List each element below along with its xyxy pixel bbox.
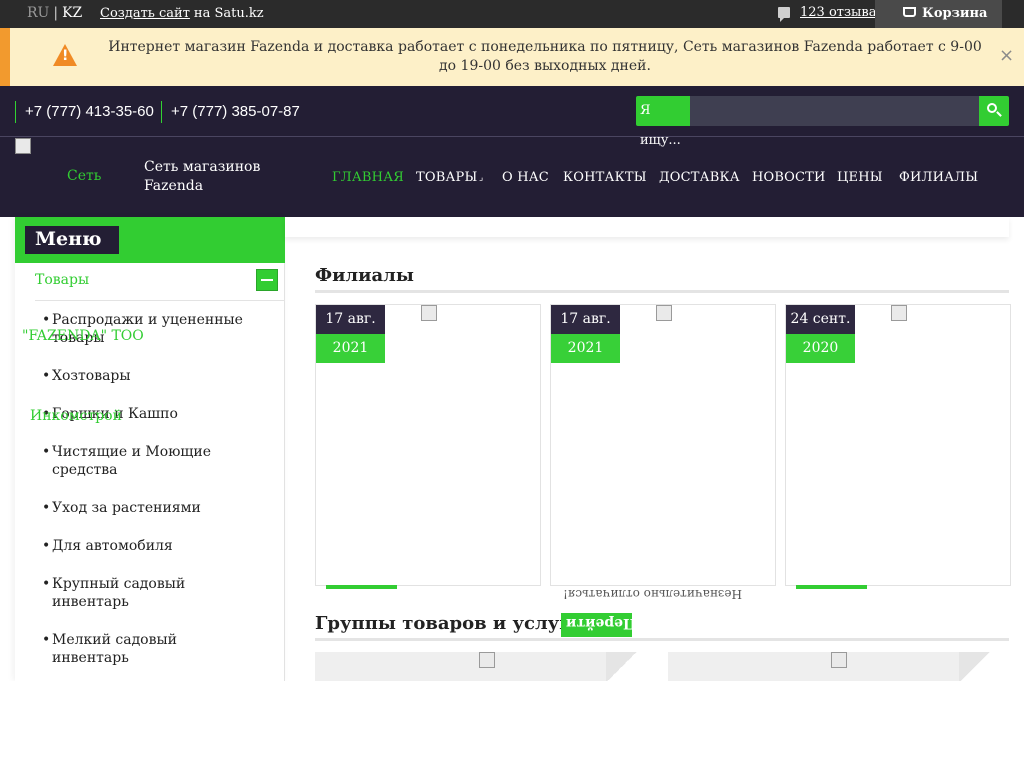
group-card[interactable] bbox=[668, 652, 991, 681]
bullet: • bbox=[42, 500, 51, 516]
sidebar-item-label: Чистящие и Моющие средства bbox=[52, 444, 212, 478]
top-bar: RU | KZ Создать сайт на Satu.kz 123 отзыва … bbox=[0, 0, 1024, 28]
content-top-shadow bbox=[285, 217, 1009, 237]
nav-home[interactable]: ГЛАВНАЯ bbox=[332, 170, 404, 185]
language-switcher: RU | KZ bbox=[27, 5, 82, 21]
notice-banner: ! Интернет магазин Fazenda и доставка ра… bbox=[0, 28, 1024, 86]
close-icon[interactable]: × bbox=[999, 45, 1014, 66]
logo-image[interactable] bbox=[15, 138, 31, 154]
page-bottom-blank bbox=[0, 681, 1024, 768]
nav-delivery[interactable]: ДОСТАВКА bbox=[659, 170, 740, 185]
branches-title-underline bbox=[315, 290, 1009, 293]
create-site: Создать сайт на Satu.kz bbox=[100, 6, 264, 21]
group-image[interactable] bbox=[479, 652, 495, 668]
lang-ru-link[interactable]: RU bbox=[27, 5, 49, 21]
date-year: 2020 bbox=[786, 334, 855, 363]
collapse-button[interactable] bbox=[256, 269, 278, 291]
search-icon-handle bbox=[996, 111, 1002, 117]
card-accent-bar bbox=[796, 585, 867, 589]
date-day: 24 сент. bbox=[786, 305, 855, 334]
site-header: +7 (777) 413-35-60 +7 (777) 385-07-87 Я … bbox=[0, 86, 1024, 217]
search-form: Я ищу... bbox=[636, 96, 1009, 148]
branch-image[interactable] bbox=[891, 305, 907, 321]
sidebar-menu: Меню Товары • Распродажи и уцененные това… bbox=[15, 217, 285, 681]
bullet: • bbox=[42, 632, 51, 648]
bullet: • bbox=[42, 312, 51, 328]
header-divider bbox=[0, 136, 1024, 137]
nav-branches[interactable]: ФИЛИАЛЫ bbox=[899, 170, 978, 185]
date-day: 17 авг. bbox=[551, 305, 620, 334]
bullet: • bbox=[42, 368, 51, 384]
branch-image[interactable] bbox=[656, 305, 672, 321]
sidebar-item-label: Крупный садовый инвентарь bbox=[52, 576, 186, 610]
card-fold bbox=[606, 652, 638, 681]
overlap-company-link[interactable]: Инкомстрой bbox=[30, 408, 122, 424]
menu-title: Меню bbox=[35, 228, 102, 250]
notice-text: Интернет магазин Fazenda и доставка рабо… bbox=[108, 39, 982, 74]
lang-separator: | bbox=[53, 5, 59, 21]
bullet: • bbox=[42, 538, 51, 554]
branches-title: Филиалы bbox=[315, 265, 414, 286]
reviews-link[interactable]: 123 отзыва bbox=[800, 5, 876, 20]
sidebar-item-goods[interactable]: Товары bbox=[35, 272, 89, 288]
phone-2[interactable]: +7 (777) 385-07-87 bbox=[161, 101, 300, 123]
groups-title-underline bbox=[315, 638, 1009, 641]
branch-card[interactable]: 17 авг. 2021 bbox=[315, 304, 541, 586]
groups-title: Группы товаров и услуг bbox=[315, 613, 571, 634]
comment-icon bbox=[778, 7, 790, 22]
brand-name[interactable]: Сеть bbox=[67, 168, 101, 184]
nav-goods[interactable]: ТОВАРЫ bbox=[416, 170, 477, 185]
date-day: 17 авг. bbox=[316, 305, 385, 334]
sidebar-item-label: Хозтовары bbox=[52, 368, 131, 384]
nav-contacts[interactable]: КОНТАКТЫ bbox=[563, 170, 647, 185]
goto-label: Перейти bbox=[566, 615, 637, 631]
sidebar-item-label: Уход за растениями bbox=[52, 500, 201, 516]
phone-1[interactable]: +7 (777) 413-35-60 bbox=[15, 101, 154, 123]
cart-icon bbox=[903, 7, 916, 17]
branch-image[interactable] bbox=[421, 305, 437, 321]
sidebar-item-label: Мелкий садовый инвентарь bbox=[52, 632, 177, 666]
search-input[interactable] bbox=[690, 96, 979, 126]
lang-kz-link[interactable]: KZ bbox=[62, 5, 82, 21]
menu-title-tab: Меню bbox=[25, 226, 119, 254]
card-accent-bar bbox=[326, 585, 397, 589]
group-card[interactable] bbox=[315, 652, 638, 681]
group-image[interactable] bbox=[831, 652, 847, 668]
goto-button[interactable]: Перейти bbox=[561, 613, 636, 637]
warning-icon: ! bbox=[53, 44, 77, 66]
mirrored-note: Незначительно отличаться! bbox=[563, 587, 742, 601]
menu-header: Меню bbox=[15, 217, 285, 263]
search-button[interactable] bbox=[979, 96, 1009, 126]
card-fold bbox=[959, 652, 991, 681]
company-name: Сеть магазинов Fazenda bbox=[144, 159, 261, 194]
create-site-suffix: на Satu.kz bbox=[193, 6, 264, 21]
bullet: • bbox=[42, 576, 51, 592]
branch-card[interactable]: 17 авг. 2021 bbox=[550, 304, 776, 586]
nav-about[interactable]: О НАС bbox=[502, 170, 549, 185]
cart-label: Корзина bbox=[922, 6, 988, 21]
cart-button[interactable]: Корзина bbox=[875, 0, 1002, 28]
search-label: Я ищу... bbox=[636, 96, 690, 148]
date-year: 2021 bbox=[551, 334, 620, 363]
warning-glyph: ! bbox=[62, 48, 69, 64]
chevron-down-icon[interactable]: ⌟ bbox=[479, 173, 483, 183]
overlap-company-link[interactable]: "FAZENDA" ТОО bbox=[22, 328, 144, 344]
nav-prices[interactable]: ЦЕНЫ bbox=[837, 170, 883, 185]
branch-card[interactable]: 24 сент. 2020 bbox=[785, 304, 1011, 586]
date-year: 2021 bbox=[316, 334, 385, 363]
nav-news[interactable]: НОВОСТИ bbox=[752, 170, 826, 185]
create-site-link[interactable]: Создать сайт bbox=[100, 6, 190, 21]
notice-stripe bbox=[0, 28, 10, 86]
sidebar-divider bbox=[35, 300, 285, 301]
sidebar-item-label: Для автомобиля bbox=[52, 538, 173, 554]
bullet: • bbox=[42, 444, 51, 460]
